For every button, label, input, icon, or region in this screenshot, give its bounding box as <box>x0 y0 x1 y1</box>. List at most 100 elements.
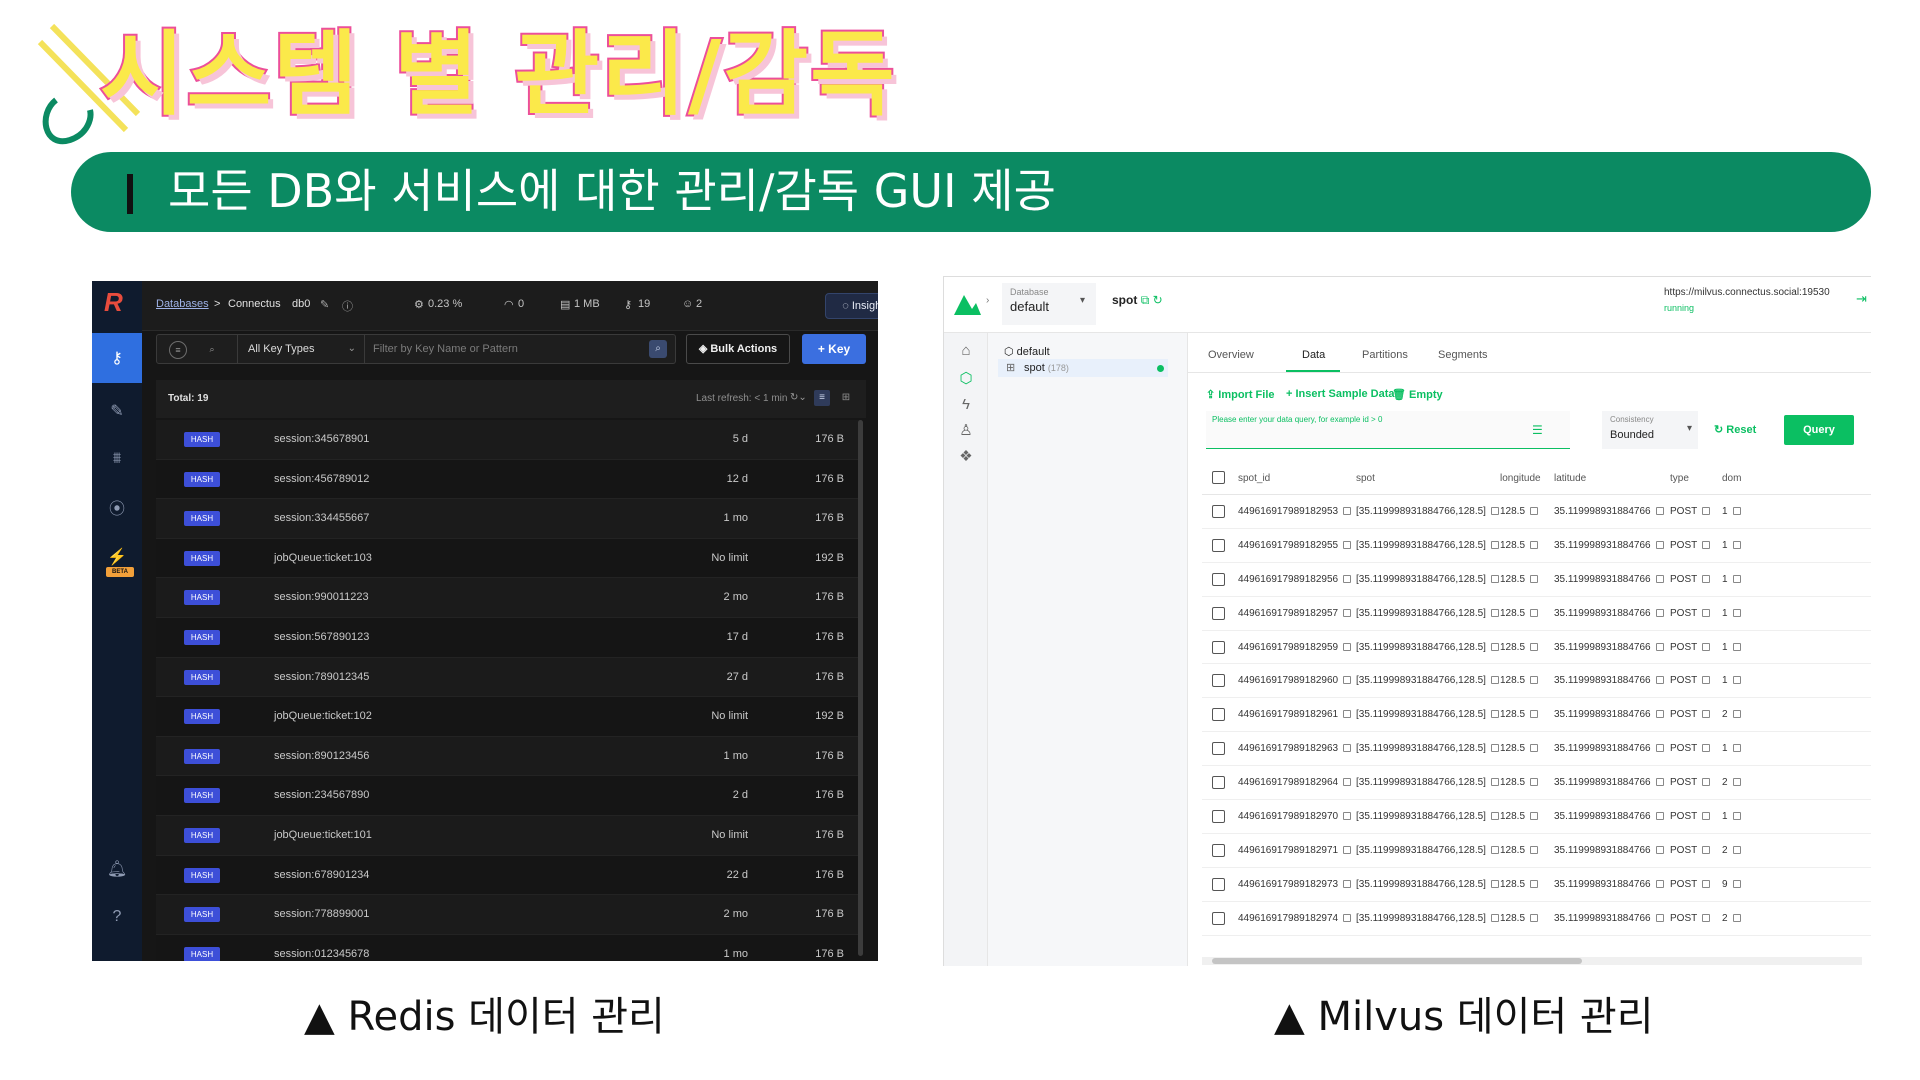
copy-icon[interactable] <box>1343 676 1352 685</box>
copy-icon[interactable] <box>1343 710 1352 719</box>
copy-icon[interactable] <box>1732 913 1741 922</box>
copy-icon[interactable] <box>1530 642 1539 651</box>
breadcrumb-databases-link[interactable]: Databases <box>156 298 209 310</box>
copy-icon[interactable] <box>1732 744 1741 753</box>
copy-icon[interactable] <box>1655 608 1664 617</box>
copy-icon[interactable] <box>1490 574 1499 583</box>
key-row[interactable]: HASH session:778899001 2 mo 176 B <box>156 895 860 935</box>
copy-icon[interactable] <box>1343 913 1352 922</box>
table-row[interactable]: 449616917989182953 [35.119998931884766,12… <box>1202 495 1871 529</box>
copy-icon[interactable] <box>1732 879 1741 888</box>
copy-icon[interactable] <box>1655 845 1664 854</box>
copy-icon[interactable] <box>1732 778 1741 787</box>
copy-icon[interactable] <box>1702 642 1711 651</box>
key-row[interactable]: HASH session:567890123 17 d 176 B <box>156 617 860 658</box>
add-key-button[interactable]: + Key <box>802 334 866 364</box>
copy-icon[interactable] <box>1490 744 1499 753</box>
table-row[interactable]: 449616917989182961 [35.119998931884766,12… <box>1202 698 1871 733</box>
column-spot[interactable]: spot <box>1356 473 1375 484</box>
select-all-checkbox[interactable] <box>1212 471 1225 484</box>
row-checkbox[interactable] <box>1212 843 1225 857</box>
key-row[interactable]: HASH session:789012345 27 d 176 B <box>156 657 860 698</box>
table-row[interactable]: 449616917989182955 [35.119998931884766,12… <box>1202 529 1871 563</box>
info-icon[interactable]: ⓘ <box>342 298 353 314</box>
help-icon[interactable]: ? <box>105 905 129 929</box>
copy-icon[interactable] <box>1655 710 1664 719</box>
key-row[interactable]: HASH session:334455667 1 mo 176 B <box>156 499 860 539</box>
copy-icon[interactable] <box>1490 913 1499 922</box>
search-icon[interactable]: ⌕ <box>649 340 667 358</box>
copy-icon[interactable] <box>1655 676 1664 685</box>
copy-icon[interactable] <box>1490 845 1499 854</box>
copy-icon[interactable] <box>1732 507 1741 515</box>
copy-icon[interactable] <box>1655 507 1664 515</box>
copy-icon[interactable] <box>1490 507 1499 515</box>
tab-overview[interactable]: Overview <box>1208 349 1254 361</box>
table-row[interactable]: 449616917989182970 [35.119998931884766,12… <box>1202 800 1871 834</box>
copy-icon[interactable] <box>1343 812 1352 821</box>
refresh-icon[interactable]: ↻ <box>1153 293 1163 307</box>
key-row[interactable]: HASH jobQueue:ticket:103 No limit 192 B <box>156 538 860 579</box>
analytics-icon[interactable]: ⩩ <box>105 447 129 471</box>
copy-icon[interactable] <box>1530 710 1539 719</box>
row-checkbox[interactable] <box>1212 742 1225 756</box>
row-checkbox[interactable] <box>1212 674 1225 688</box>
tree-database[interactable]: ⬡ default <box>1004 345 1050 358</box>
database-icon[interactable]: ⬡ <box>956 369 976 389</box>
copy-icon[interactable] <box>1732 642 1741 651</box>
import-file-button[interactable]: ⇪ Import File <box>1206 388 1275 401</box>
key-types-select[interactable]: All Key Types ⌄ <box>237 335 365 363</box>
row-checkbox[interactable] <box>1212 776 1225 790</box>
key-row[interactable]: HASH session:012345678 1 mo 176 B <box>156 934 860 961</box>
row-checkbox[interactable] <box>1212 606 1225 620</box>
copy-icon[interactable] <box>1655 812 1664 821</box>
copy-icon[interactable] <box>1702 574 1711 583</box>
copy-icon[interactable] <box>1732 540 1741 549</box>
copy-icon[interactable] <box>1343 845 1352 854</box>
copy-icon[interactable] <box>1530 879 1539 888</box>
copy-icon[interactable] <box>1702 744 1711 753</box>
table-row[interactable]: 449616917989182957 [35.119998931884766,12… <box>1202 597 1871 631</box>
key-row[interactable]: HASH session:678901234 22 d 176 B <box>156 855 860 896</box>
sidebar-item-browser[interactable]: ⚷ <box>92 333 142 383</box>
query-field[interactable]: Please enter your data query, for exampl… <box>1206 411 1570 449</box>
milvus-logo-icon[interactable] <box>952 289 982 319</box>
key-list-scrollbar[interactable] <box>858 420 863 956</box>
table-row[interactable]: 449616917989182956 [35.119998931884766,12… <box>1202 563 1871 597</box>
pencil-icon[interactable]: ✎ <box>320 298 329 311</box>
table-row[interactable]: 449616917989182959 [35.119998931884766,12… <box>1202 631 1871 665</box>
copy-icon[interactable] <box>1702 540 1711 549</box>
copy-icon[interactable] <box>1732 676 1741 685</box>
key-row[interactable]: HASH session:456789012 12 d 176 B <box>156 459 860 500</box>
copy-icon[interactable] <box>1490 812 1499 821</box>
copy-icon[interactable] <box>1530 608 1539 617</box>
tab-partitions[interactable]: Partitions <box>1362 349 1408 361</box>
copy-icon[interactable] <box>1702 913 1711 922</box>
copy-icon[interactable] <box>1655 744 1664 753</box>
copy-icon[interactable] <box>1490 676 1499 685</box>
copy-icon[interactable] <box>1530 574 1539 583</box>
copy-icon[interactable] <box>1732 845 1741 854</box>
copy-icon[interactable] <box>1530 540 1539 549</box>
pubsub-icon[interactable]: ⦿ <box>105 495 129 519</box>
copy-icon[interactable] <box>1343 879 1352 888</box>
reset-button[interactable]: ↻ Reset <box>1714 423 1756 436</box>
user-icon[interactable]: ♙ <box>956 421 976 441</box>
tree-view-icon[interactable]: ⊞ <box>838 390 854 406</box>
edit-icon[interactable]: ✎ <box>105 399 129 423</box>
key-row[interactable]: HASH jobQueue:ticket:102 No limit 192 B <box>156 697 860 737</box>
insert-sample-button[interactable]: + Insert Sample Data <box>1286 388 1395 400</box>
copy-icon[interactable] <box>1343 507 1352 515</box>
chevron-right-icon[interactable]: › <box>986 295 989 306</box>
copy-icon[interactable] <box>1490 879 1499 888</box>
search-mode-icon[interactable]: ⌕ <box>203 341 221 359</box>
logout-icon[interactable]: ⇥ <box>1856 291 1867 307</box>
system-icon[interactable]: ❖ <box>956 447 976 467</box>
scrollbar-thumb[interactable] <box>1212 958 1582 964</box>
tree-collection-spot[interactable]: ⊞ spot (178) <box>998 359 1168 377</box>
copy-icon[interactable] <box>1530 778 1539 787</box>
row-checkbox[interactable] <box>1212 538 1225 552</box>
copy-icon[interactable] <box>1343 608 1352 617</box>
home-icon[interactable]: ⌂ <box>956 341 976 361</box>
insights-button[interactable]: ◌ Insights <box>825 293 878 319</box>
